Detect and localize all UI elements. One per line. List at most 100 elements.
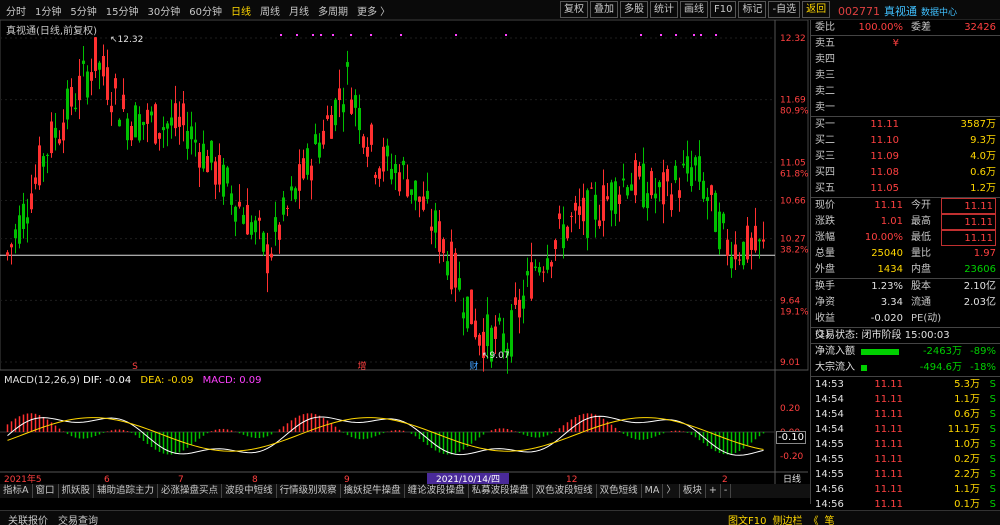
bid-price: 11.08: [870, 167, 899, 178]
indicator-tab-16[interactable]: -: [721, 484, 732, 498]
tool-button-4[interactable]: 画线: [680, 1, 708, 18]
candle-body: [30, 193, 33, 210]
tool-button-7[interactable]: -自选: [768, 1, 801, 18]
candle-body: [582, 197, 585, 222]
tool-button-6[interactable]: 标记: [738, 1, 767, 18]
period-7[interactable]: 周线: [260, 3, 280, 18]
indicator-tab-3[interactable]: 辅助追踪主力: [94, 484, 159, 498]
indicator-tab-6[interactable]: 行情级别观察: [277, 484, 341, 498]
status-right-3[interactable]: 笔: [824, 512, 834, 525]
candle-body: [690, 167, 693, 186]
indicator-tab-10[interactable]: 双色波段短线: [533, 484, 597, 498]
stat-label: 涨幅: [815, 232, 835, 243]
candle-body: [390, 168, 393, 180]
flow-pct: -18%: [970, 362, 996, 373]
indicator-tab-15[interactable]: +: [706, 484, 721, 498]
ask-row: 卖三: [811, 68, 1000, 84]
stat-value2: 11.11: [941, 214, 996, 230]
period-5[interactable]: 60分钟: [189, 3, 222, 18]
period-10[interactable]: 更多 〉: [357, 3, 390, 18]
data-center-link[interactable]: 数据中心: [921, 8, 957, 18]
tool-button-8[interactable]: 返回: [802, 1, 831, 18]
tool-button-1[interactable]: 叠加: [590, 1, 618, 18]
tool-button-3[interactable]: 统计: [650, 1, 678, 18]
webi-label: 委比: [815, 22, 835, 33]
period-9[interactable]: 多周期: [318, 3, 348, 18]
status-right-2[interactable]: 《: [808, 512, 818, 525]
candle-body: [702, 180, 705, 199]
candle-body: [530, 262, 533, 299]
candle-body: [746, 225, 749, 260]
chart-canvas[interactable]: 12.32 11.6980.9% 11.0561.8% 10.66 10.2738.2%…: [0, 20, 810, 484]
candle-body: [382, 146, 385, 172]
candle-body: [570, 215, 573, 217]
flow-value: -2463万: [922, 346, 962, 357]
tool-button-2[interactable]: 多股: [620, 1, 648, 18]
indicator-tab-2[interactable]: 抓妖股: [59, 484, 95, 498]
indicator-tab-4[interactable]: 必涨操盘买点: [158, 484, 223, 498]
indicator-tab-11[interactable]: 双色短线: [597, 484, 642, 498]
candle-body: [370, 124, 373, 145]
period-3[interactable]: 15分钟: [106, 3, 139, 18]
candle-body: [194, 139, 197, 143]
indicator-tab-5[interactable]: 波段中短线: [222, 484, 277, 498]
stat-value: 11.11: [874, 200, 903, 211]
stat-value2: 11.11: [941, 198, 996, 214]
price-stats: 现价 11.11 今开 11.11 涨跌 1.01 最高 11.11 涨幅 10.00% 最低 11.…: [811, 197, 1000, 278]
tool-button-5[interactable]: F10: [710, 1, 737, 18]
tool-button-0[interactable]: 复权: [560, 1, 588, 18]
candle-body: [550, 262, 553, 267]
ask-name: 卖四: [815, 54, 835, 65]
period-1[interactable]: 1分钟: [35, 3, 61, 18]
indicator-tab-8[interactable]: 缠论波段操盘: [405, 484, 469, 498]
stat-value: 10.00%: [864, 232, 903, 243]
candle-body: [142, 121, 145, 126]
candle-body: [302, 158, 305, 179]
candle-body: [42, 156, 45, 167]
tick-flag: S: [989, 424, 996, 435]
tick-time: 14:54: [815, 394, 844, 405]
candle-body: [618, 194, 621, 204]
candle-body: [62, 122, 65, 141]
kline-chart[interactable]: 12.32 11.69 80.9% 11.05 61.8% 10.66 10.27 38.2%…: [0, 20, 810, 484]
candle-body: [378, 168, 381, 179]
status-right-1[interactable]: 侧边栏: [772, 512, 802, 525]
chart-tools: 复权 叠加 多股 统计 画线 F10 标记 -自选 返回: [560, 1, 831, 18]
candle-body: [94, 37, 97, 71]
period-2[interactable]: 5分钟: [70, 3, 96, 18]
candle-body: [738, 259, 741, 261]
main-pane-frame: [0, 20, 809, 371]
tick-time: 14:56: [815, 484, 844, 495]
bid-vol: 9.3万: [970, 135, 996, 146]
status-left-0[interactable]: 关联报价: [8, 512, 48, 525]
indicator-tab-7[interactable]: 擒妖捉牛操盘: [341, 484, 405, 498]
tick-row: 14:55 11.11 1.0万 S: [811, 437, 1000, 452]
candle-body: [346, 62, 349, 67]
indicator-tab-13[interactable]: 〉: [663, 484, 680, 498]
indicator-tab-1[interactable]: 窗口: [33, 484, 59, 498]
period-8[interactable]: 月线: [289, 3, 309, 18]
indicator-tab-0[interactable]: 指标A: [0, 484, 33, 498]
x-tick-label: 12: [566, 475, 577, 484]
indicator-tab-9[interactable]: 私募波段操盘: [469, 484, 533, 498]
tick-row: 14:54 11.11 0.6万 S: [811, 407, 1000, 422]
ask-row: 卖一: [811, 100, 1000, 116]
status-right-0[interactable]: 图文F10: [728, 512, 766, 525]
period-0[interactable]: 分时: [6, 3, 26, 18]
y-tick-label: 11.69: [780, 96, 806, 106]
stat-label2: 今开: [911, 200, 931, 211]
signal-dot: [296, 34, 298, 36]
candle-body: [678, 190, 681, 198]
dea-line: [7, 417, 764, 452]
candle-body: [122, 94, 125, 110]
status-left-1[interactable]: 交易查询: [58, 512, 98, 525]
x-tick-label: 2021年5: [4, 473, 42, 484]
indicator-tab-14[interactable]: 板块: [680, 484, 706, 498]
candle-body: [758, 239, 761, 242]
indicator-tab-12[interactable]: MA: [642, 484, 664, 498]
period-6[interactable]: 日线: [231, 3, 251, 18]
period-4[interactable]: 30分钟: [147, 3, 180, 18]
flow-bar: [861, 365, 867, 371]
candle-body: [510, 310, 513, 357]
flow-pct: -89%: [970, 346, 996, 357]
